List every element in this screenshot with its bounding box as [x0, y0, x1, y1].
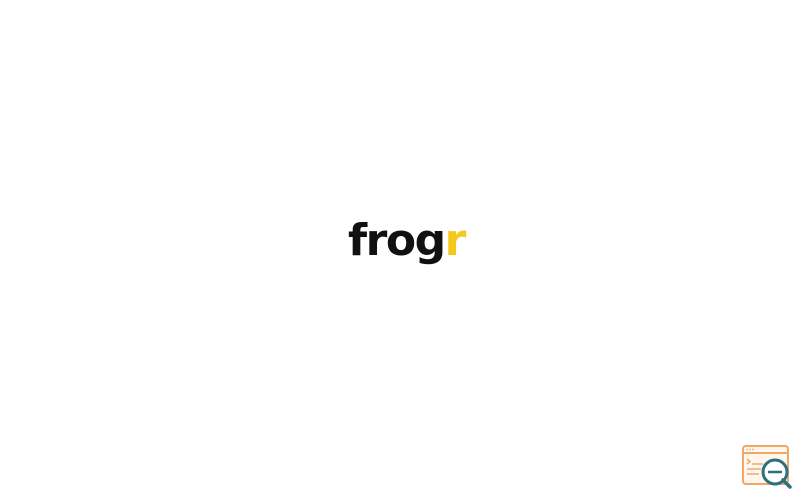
frogr-logo: frog r	[348, 215, 467, 279]
browser-inspect-icon[interactable]	[741, 444, 793, 490]
logo-text: frog	[348, 215, 446, 266]
logo-accent-letter: r	[444, 215, 467, 266]
splash-screen: frog r	[0, 0, 800, 500]
